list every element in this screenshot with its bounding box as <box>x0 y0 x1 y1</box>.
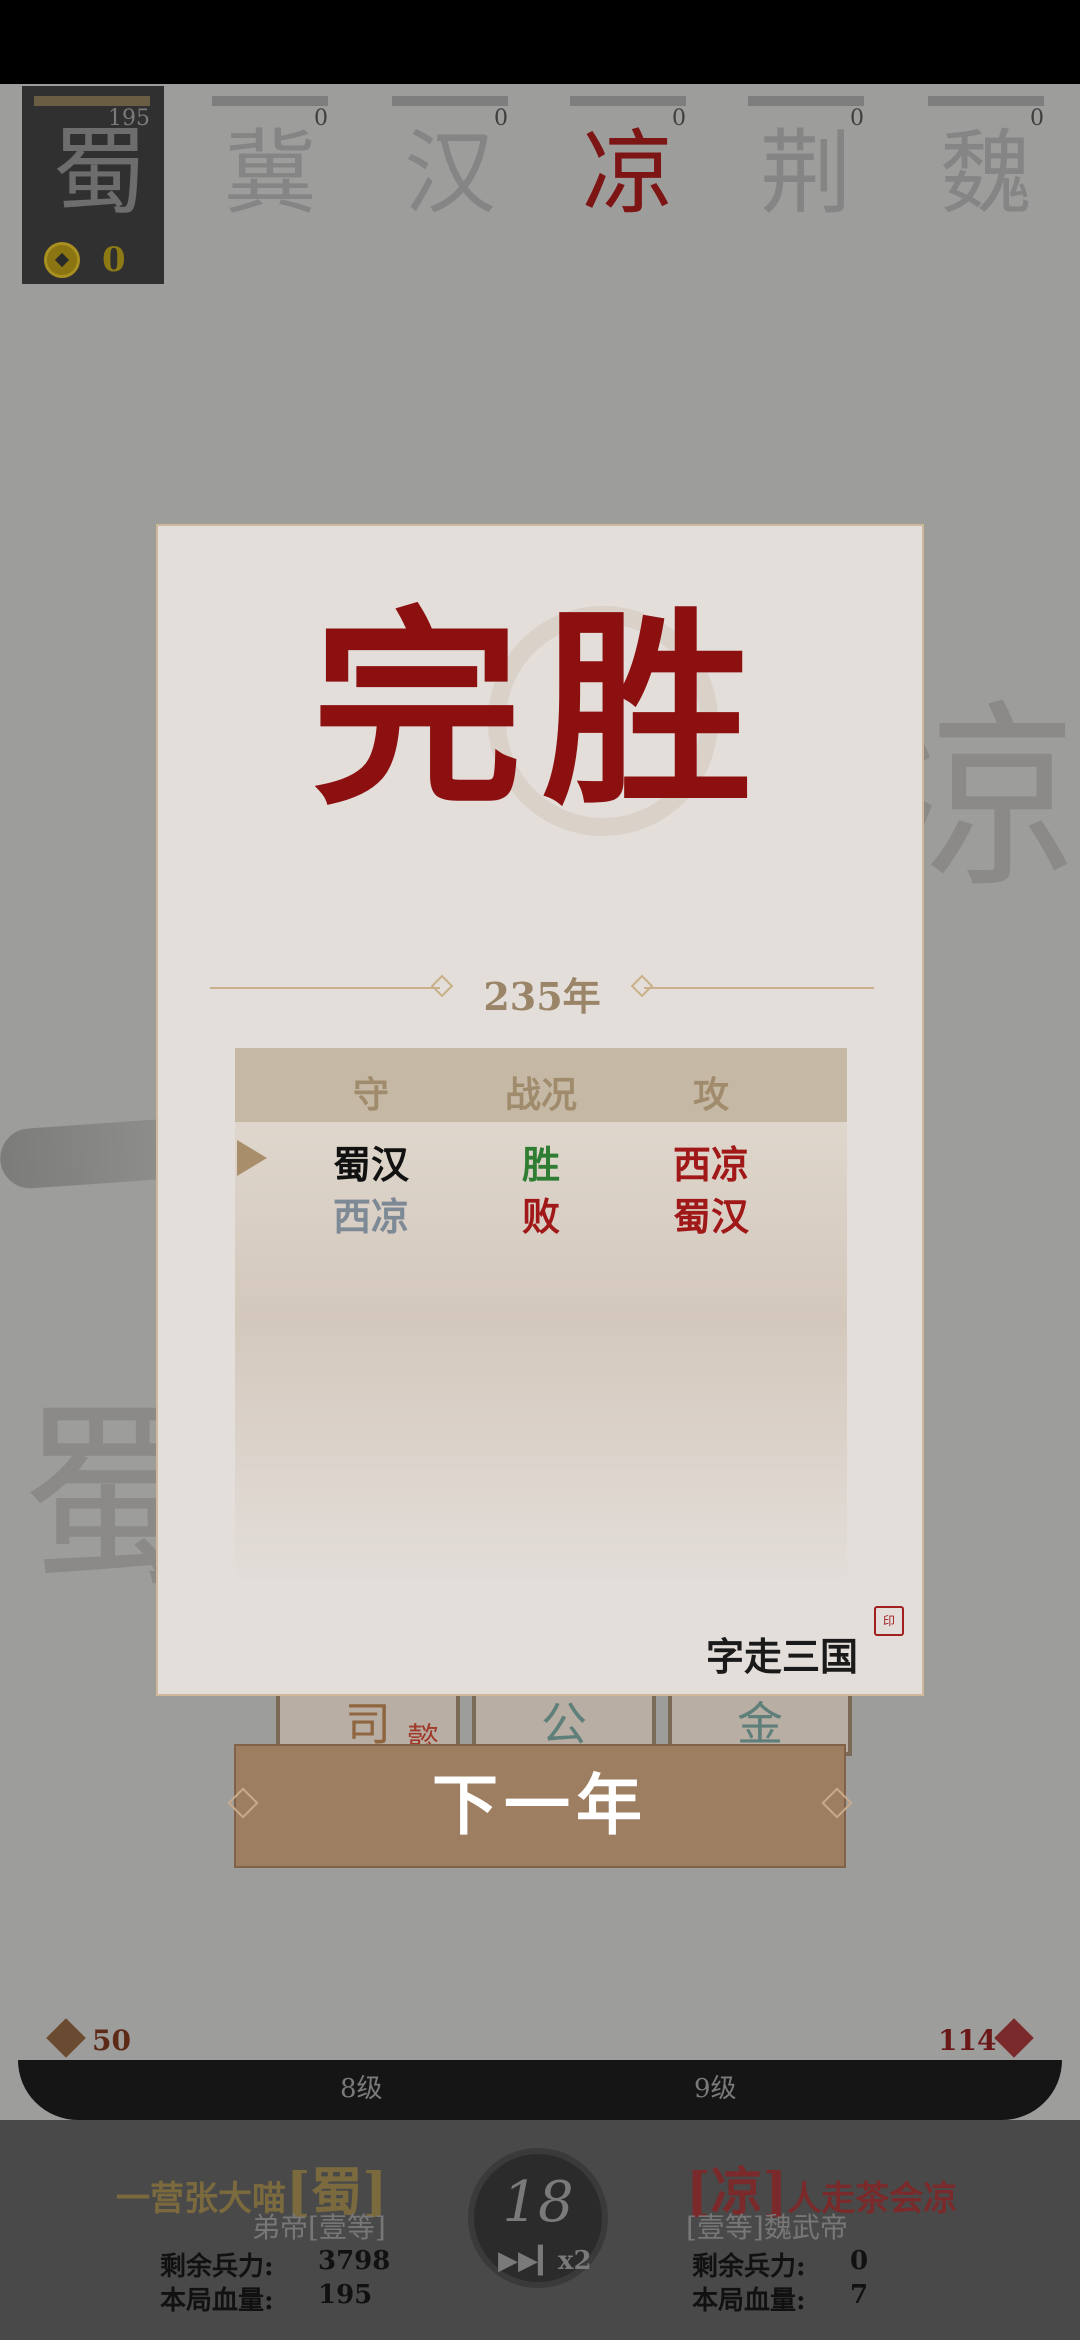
divider <box>644 987 874 989</box>
right-stat-icon <box>994 2018 1034 2058</box>
faction-ji[interactable]: 冀 <box>200 128 340 220</box>
result-title: 完胜 <box>311 587 772 834</box>
faction-bar <box>392 96 508 106</box>
bottom-arch <box>18 2060 1062 2120</box>
table-header: 守 战况 攻 <box>235 1048 847 1122</box>
battle-table: 守 战况 攻 蜀汉 胜 西凉 西凉 败 蜀汉 <box>235 1048 847 1588</box>
coin-icon <box>44 242 80 278</box>
speed-toggle[interactable]: ▶▶▎x2 <box>498 2246 592 2276</box>
speed-value: x2 <box>558 2246 592 2276</box>
row-result-lose: 败 <box>521 1194 560 1239</box>
faction-liang[interactable]: 凉 <box>558 128 698 220</box>
fast-forward-icon: ▶▶▎ <box>498 2246 558 2276</box>
header-attacker: 攻 <box>692 1074 729 1116</box>
troops-label: 剩余兵力: <box>160 2252 274 2282</box>
left-hp: 195 <box>318 2280 373 2310</box>
year-label: 235年 <box>483 974 601 1019</box>
faction-bar <box>212 96 328 106</box>
next-year-button[interactable]: 下一年 <box>234 1744 846 1868</box>
row-defender: 蜀汉 <box>332 1142 409 1187</box>
coin-count: 0 <box>102 240 126 280</box>
player-faction-name: 蜀 <box>52 116 148 228</box>
left-stat-value: 50 <box>92 2024 131 2057</box>
left-stat-icon <box>46 2018 86 2058</box>
faction-jing[interactable]: 荆 <box>736 128 876 220</box>
row-attacker: 西凉 <box>672 1142 749 1187</box>
right-troops: 0 <box>850 2246 869 2276</box>
divider <box>210 987 440 989</box>
faction-han[interactable]: 汉 <box>380 128 520 220</box>
player-score-bar <box>34 96 150 106</box>
troops-label: 剩余兵力: <box>692 2252 806 2282</box>
right-hp: 7 <box>850 2280 869 2310</box>
pointer-arrow-icon <box>237 1140 267 1176</box>
row-defender: 西凉 <box>332 1194 409 1239</box>
left-player-rank: 弟帝[壹等] <box>252 2211 386 2244</box>
faction-bar <box>928 96 1044 106</box>
header-result: 战况 <box>504 1074 577 1116</box>
hp-label: 本局血量: <box>692 2286 806 2316</box>
left-troops: 3798 <box>318 2246 391 2276</box>
left-level: 8级 <box>340 2074 383 2104</box>
status-bar <box>0 0 1080 84</box>
right-stat-value: 114 <box>938 2024 997 2057</box>
right-level: 9级 <box>694 2074 737 2104</box>
seal-stamp-icon: 印 <box>874 1606 904 1636</box>
faction-bar <box>570 96 686 106</box>
row-result-win: 胜 <box>521 1142 560 1187</box>
battle-result-dialog: 完胜 235年 守 战况 攻 蜀汉 胜 西凉 西凉 败 蜀汉 字走三国 印 <box>156 524 924 1696</box>
right-player-rank: [壹等]魏武帝 <box>686 2211 848 2244</box>
round-number: 18 <box>502 2170 574 2235</box>
header-defender: 守 <box>352 1074 389 1116</box>
faction-bar <box>748 96 864 106</box>
game-logo: 字走三国 <box>706 1634 859 1679</box>
row-attacker: 蜀汉 <box>672 1194 749 1239</box>
hp-label: 本局血量: <box>160 2286 274 2316</box>
faction-wei[interactable]: 魏 <box>916 128 1056 220</box>
